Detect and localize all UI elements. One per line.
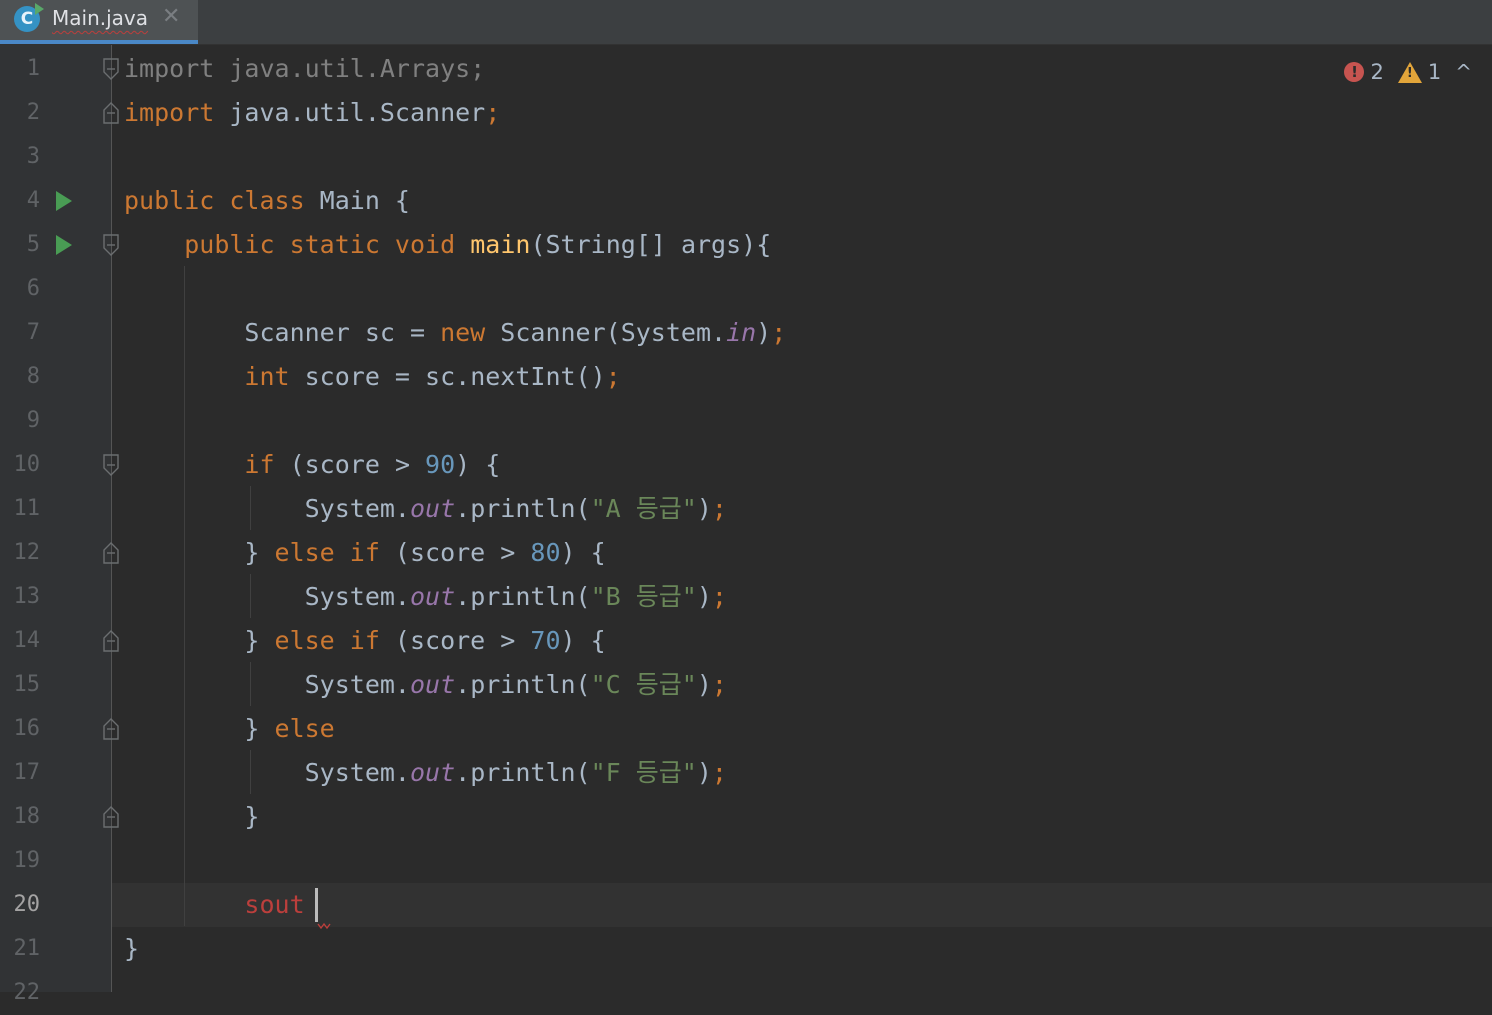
code-line[interactable]: } else if (score > 80) { bbox=[124, 531, 605, 575]
run-icon[interactable] bbox=[56, 235, 72, 255]
code-line[interactable]: int score = sc.nextInt(); bbox=[124, 355, 620, 399]
fold-close-icon[interactable] bbox=[103, 542, 119, 564]
line-number: 6 bbox=[26, 276, 40, 301]
line-number: 21 bbox=[13, 936, 41, 961]
line-number: 9 bbox=[26, 408, 40, 433]
line-number: 12 bbox=[13, 540, 41, 565]
java-class-icon: C bbox=[14, 3, 44, 32]
code-line[interactable]: System.out.println("B 등급"); bbox=[124, 575, 727, 619]
line-number: 22 bbox=[13, 980, 41, 1005]
warning-icon: ! bbox=[1397, 61, 1422, 83]
line-number: 17 bbox=[13, 760, 41, 785]
line-number: 20 bbox=[13, 892, 41, 917]
line-number: 2 bbox=[26, 100, 40, 125]
code-line[interactable]: public static void main(String[] args){ bbox=[124, 223, 771, 267]
fold-open-icon[interactable] bbox=[103, 454, 119, 476]
code-line[interactable]: System.out.println("A 등급"); bbox=[124, 487, 727, 531]
line-number: 3 bbox=[26, 144, 40, 169]
line-number: 19 bbox=[13, 848, 41, 873]
line-number: 11 bbox=[13, 496, 41, 521]
run-icon[interactable] bbox=[56, 191, 72, 211]
code-line[interactable]: import java.util.Scanner; bbox=[124, 91, 500, 135]
line-number: 14 bbox=[13, 628, 41, 653]
tab-label: Main.java bbox=[52, 6, 149, 30]
line-number: 4 bbox=[26, 188, 40, 213]
line-number: 15 bbox=[13, 672, 41, 697]
code-line[interactable]: } bbox=[124, 927, 139, 971]
chevron-up-icon[interactable]: ^ bbox=[1455, 60, 1472, 84]
gutter-divider bbox=[111, 45, 112, 992]
code-line[interactable]: Scanner sc = new Scanner(System.in); bbox=[124, 311, 786, 355]
code-line[interactable]: } else if (score > 70) { bbox=[124, 619, 605, 663]
inspection-widget[interactable]: ! 2 ! 1 ^ bbox=[1344, 58, 1472, 86]
code-line[interactable]: } else bbox=[124, 707, 334, 751]
error-count[interactable]: ! 2 bbox=[1344, 60, 1384, 84]
warning-icon-glyph: ! bbox=[1406, 65, 1413, 81]
runnable-mark-icon bbox=[35, 3, 44, 15]
code-line[interactable]: import java.util.Arrays; bbox=[124, 47, 485, 91]
line-number: 5 bbox=[26, 232, 40, 257]
code-line[interactable]: System.out.println("C 등급"); bbox=[124, 663, 727, 707]
line-number: 7 bbox=[26, 320, 40, 345]
error-count-value: 2 bbox=[1370, 60, 1384, 84]
line-number: 8 bbox=[26, 364, 40, 389]
tab-main-java[interactable]: C Main.java ✕ bbox=[0, 0, 198, 44]
error-icon: ! bbox=[1344, 62, 1365, 82]
close-tab-icon[interactable]: ✕ bbox=[162, 4, 180, 29]
line-number: 18 bbox=[13, 804, 41, 829]
code-line[interactable]: System.out.println("F 등급"); bbox=[124, 751, 727, 795]
fold-close-icon[interactable] bbox=[103, 630, 119, 652]
fold-close-icon[interactable] bbox=[103, 806, 119, 828]
code-line[interactable]: sout bbox=[124, 883, 304, 927]
fold-open-icon[interactable] bbox=[103, 58, 119, 80]
fold-close-icon[interactable] bbox=[103, 102, 119, 124]
code-line[interactable]: public class Main { bbox=[124, 179, 410, 223]
active-tab-indicator bbox=[0, 40, 198, 44]
fold-open-icon[interactable] bbox=[103, 234, 119, 256]
line-number: 10 bbox=[13, 452, 41, 477]
fold-close-icon[interactable] bbox=[103, 718, 119, 740]
code-line[interactable]: } bbox=[124, 795, 259, 839]
warning-count-value: 1 bbox=[1427, 60, 1442, 84]
editor-tab-bar: C Main.java ✕ bbox=[0, 0, 1492, 45]
line-number: 13 bbox=[13, 584, 41, 609]
java-class-icon-letter: C bbox=[20, 9, 34, 29]
code-line[interactable]: if (score > 90) { bbox=[124, 443, 500, 487]
line-number: 1 bbox=[26, 56, 40, 81]
line-number: 16 bbox=[13, 716, 41, 741]
error-squiggle bbox=[317, 915, 331, 934]
warning-count[interactable]: ! 1 bbox=[1397, 60, 1442, 84]
